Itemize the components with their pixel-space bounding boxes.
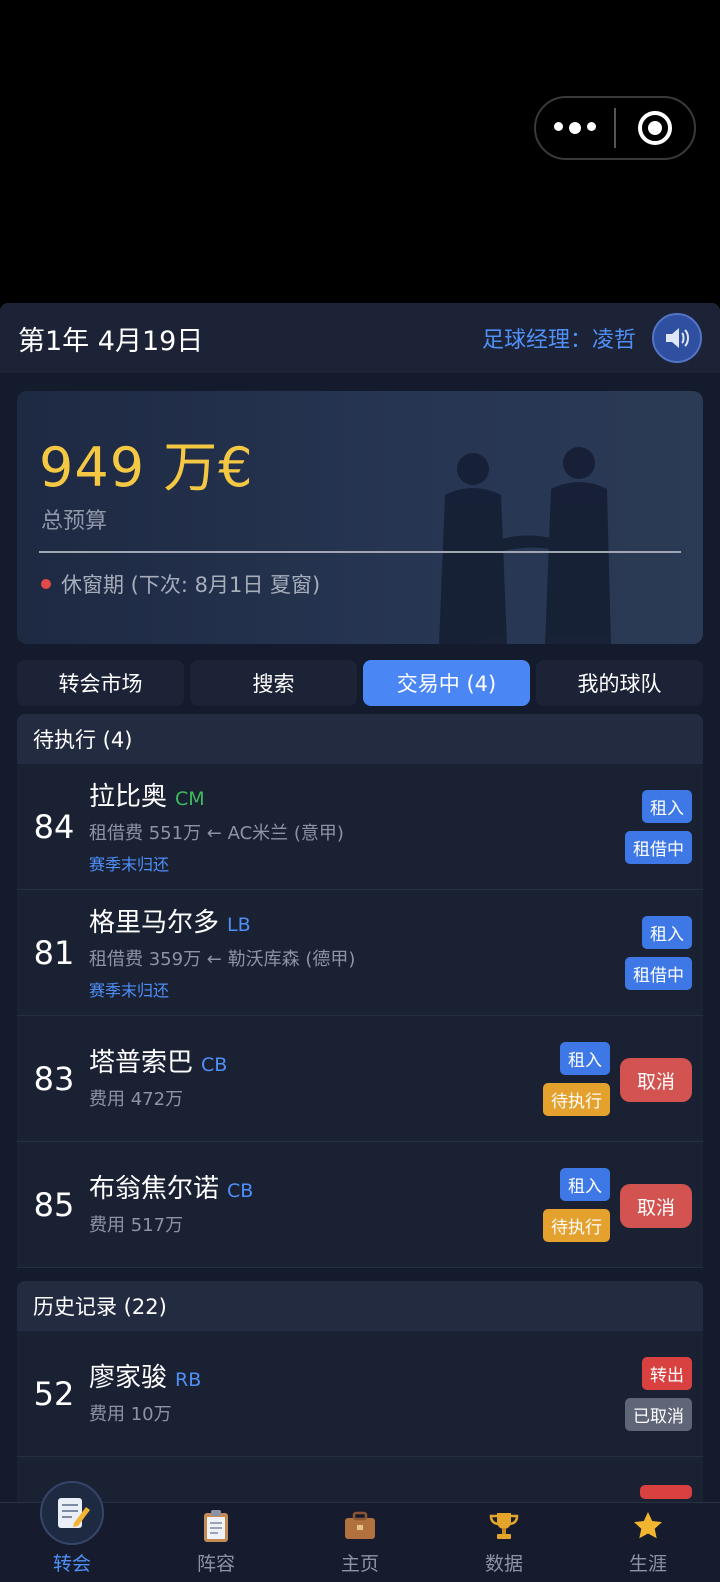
- pending-section-title: 待执行 (4): [17, 714, 703, 764]
- more-icon[interactable]: [536, 122, 614, 134]
- status-badge: 待执行: [543, 1082, 610, 1116]
- status-badge: 已取消: [625, 1397, 692, 1431]
- return-note: 赛季末归还: [89, 981, 170, 1000]
- player-name: 塔普索巴: [89, 1048, 194, 1078]
- player-name: 廖家骏: [89, 1363, 168, 1393]
- speaker-icon: [666, 328, 689, 348]
- nav-label: 数据: [484, 1553, 523, 1575]
- budget-label: 总预算: [41, 509, 108, 534]
- game-date: 第1年 4月19日: [18, 325, 204, 357]
- player-rating: 83: [33, 1059, 75, 1098]
- transfer-fee: 费用 517万: [89, 1215, 184, 1236]
- nav-label: 转会: [52, 1553, 91, 1575]
- transfer-fee: 费用 10万: [89, 1404, 172, 1425]
- status-dot-icon: [41, 579, 51, 589]
- budget-card: 949 万€ 总预算 休窗期 (下次: 8月1日 夏窗): [17, 391, 703, 644]
- transfer-fee: 租借费 551万 ← AC米兰 (意甲): [89, 823, 344, 844]
- tab-search[interactable]: 搜索: [190, 660, 357, 706]
- player-rating: 52: [33, 1374, 75, 1413]
- type-badge: [640, 1485, 692, 1499]
- close-target-icon[interactable]: [616, 111, 694, 145]
- bottom-nav: 转会 阵容 主页 数据 生涯: [0, 1481, 720, 1582]
- transfer-fee: 费用 472万: [89, 1089, 184, 1110]
- notepad-icon: [40, 1481, 104, 1545]
- type-badge: 转出: [642, 1356, 692, 1390]
- list-item[interactable]: 52 廖家骏 RB 费用 10万 转出 已取消: [17, 1331, 703, 1457]
- nav-career[interactable]: 生涯: [576, 1503, 720, 1582]
- player-position: RB: [175, 1369, 202, 1391]
- nav-label: 阵容: [196, 1553, 235, 1575]
- nav-home[interactable]: 主页: [288, 1503, 432, 1582]
- player-rating: 85: [33, 1185, 75, 1224]
- cancel-button[interactable]: 取消: [620, 1184, 692, 1228]
- window-status-text: 休窗期 (下次: 8月1日 夏窗): [61, 573, 321, 597]
- nav-label: 生涯: [628, 1553, 667, 1575]
- player-name: 拉比奥: [89, 782, 168, 812]
- mini-program-capsule: [534, 96, 696, 160]
- trophy-icon: [487, 1509, 521, 1543]
- player-position: CM: [175, 788, 205, 810]
- list-item[interactable]: 85 布翁焦尔诺 CB 费用 517万 租入 待执行 取消: [17, 1142, 703, 1268]
- player-position: CB: [201, 1054, 228, 1076]
- player-position: LB: [227, 914, 251, 936]
- history-list: 52 廖家骏 RB 费用 10万 转出 已取消: [17, 1331, 703, 1511]
- budget-amount: 949 万€: [39, 436, 254, 499]
- history-section-title: 历史记录 (22): [17, 1281, 703, 1331]
- nav-squad[interactable]: 阵容: [144, 1503, 288, 1582]
- nav-stats[interactable]: 数据: [432, 1503, 576, 1582]
- manager-name: 足球经理：凌哲: [481, 328, 636, 353]
- star-icon: [631, 1509, 665, 1543]
- tab-transfer-market[interactable]: 转会市场: [17, 660, 184, 706]
- tab-bar: 转会市场 搜索 交易中 (4) 我的球队: [17, 660, 703, 706]
- transfer-fee: 租借费 359万 ← 勒沃库森 (德甲): [89, 949, 356, 970]
- cancel-button[interactable]: 取消: [620, 1058, 692, 1102]
- top-bar: 第1年 4月19日 足球经理：凌哲: [0, 303, 720, 373]
- list-item[interactable]: 81 格里马尔多 LB 租借费 359万 ← 勒沃库森 (德甲) 赛季末归还 租入…: [17, 890, 703, 1016]
- pending-list: 84 拉比奥 CM 租借费 551万 ← AC米兰 (意甲) 赛季末归还 租入 租…: [17, 764, 703, 1268]
- tab-in-progress[interactable]: 交易中 (4): [363, 660, 530, 706]
- type-badge: 租入: [642, 789, 692, 823]
- return-note: 赛季末归还: [89, 855, 170, 874]
- briefcase-icon: [343, 1509, 377, 1543]
- clipboard-icon: [199, 1509, 233, 1543]
- list-item[interactable]: 84 拉比奥 CM 租借费 551万 ← AC米兰 (意甲) 赛季末归还 租入 租…: [17, 764, 703, 890]
- sound-button[interactable]: [652, 313, 702, 363]
- status-badge: 租借中: [625, 830, 692, 864]
- app-screen: 第1年 4月19日 足球经理：凌哲 949 万€ 总预算 休窗期 (下次: 8月…: [0, 303, 720, 1582]
- nav-transfer[interactable]: 转会: [0, 1481, 144, 1582]
- list-item[interactable]: 83 塔普索巴 CB 费用 472万 租入 待执行 取消: [17, 1016, 703, 1142]
- handshake-illustration: [439, 447, 611, 644]
- tab-my-team[interactable]: 我的球队: [536, 660, 703, 706]
- player-rating: 81: [33, 933, 75, 972]
- player-position: CB: [227, 1180, 254, 1202]
- player-name: 格里马尔多: [89, 908, 220, 938]
- player-rating: 84: [33, 807, 75, 846]
- status-badge: 待执行: [543, 1208, 610, 1242]
- window-status: 休窗期 (下次: 8月1日 夏窗): [41, 569, 320, 599]
- player-name: 布翁焦尔诺: [89, 1174, 220, 1204]
- type-badge: 租入: [560, 1041, 610, 1075]
- type-badge: 租入: [560, 1167, 610, 1201]
- divider: [39, 551, 681, 553]
- nav-label: 主页: [340, 1553, 379, 1575]
- status-badge: 租借中: [625, 956, 692, 990]
- type-badge: 租入: [642, 915, 692, 949]
